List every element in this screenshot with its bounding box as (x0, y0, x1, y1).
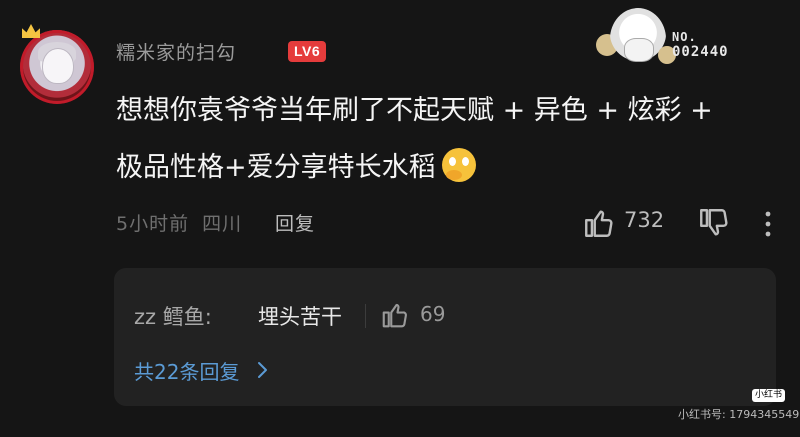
reply-button[interactable]: 回复 (275, 209, 315, 236)
comment-text: 想想你袁爷爷当年刷了不起天赋 + 异色 + 炫彩 + 极品性格+爱分享特长水稻 (116, 82, 776, 196)
xiaohongshu-logo: 小红书 (752, 389, 786, 402)
thinking-emoji-icon (441, 148, 476, 182)
watermark-id: 小红书号: 1794345549 (678, 408, 800, 421)
reply-text: 埋头苦干 (258, 305, 342, 329)
profile-decoration: NO. 002440 (592, 8, 752, 72)
comment-location: 四川 (202, 213, 243, 235)
level-badge: LV6 (288, 41, 327, 62)
crown-icon (22, 24, 40, 38)
reply-username[interactable]: zz 鳕鱼: (134, 301, 212, 331)
chevron-right-icon (256, 360, 268, 384)
dislike-button[interactable] (697, 206, 731, 240)
reply-like-count: 69 (420, 302, 446, 326)
more-options-button[interactable] (760, 208, 776, 240)
replies-container (114, 268, 776, 406)
thumbs-down-icon (700, 209, 728, 236)
comment-text-line2: 极品性格+爱分享特长水稻 (116, 152, 436, 183)
comment-text-line1: 想想你袁爷爷当年刷了不起天赋 + 异色 + 炫彩 + (116, 95, 713, 126)
vertical-dots-icon (765, 211, 771, 237)
view-all-replies-link[interactable]: 共22条回复 (134, 356, 268, 385)
thumbs-up-icon (585, 210, 613, 237)
like-count: 732 (624, 208, 665, 232)
like-button[interactable] (582, 206, 616, 240)
comment-username[interactable]: 糯米家的扫勾 (116, 38, 236, 65)
reply-thumbs-up-icon (382, 303, 407, 328)
reply-divider (365, 304, 366, 328)
comment-text-line2-wrap: 极品性格+爱分享特长水稻 (116, 139, 776, 196)
view-all-replies-label: 共22条回复 (134, 360, 240, 384)
comment-time: 5小时前 (116, 213, 190, 235)
reply-like-button[interactable] (380, 300, 410, 330)
comment-meta: 5小时前 四川 (116, 209, 242, 236)
avatar-face (42, 48, 74, 84)
user-avatar[interactable] (20, 24, 94, 104)
decoration-no-number: 002440 (672, 44, 729, 60)
chibi-character-icon (610, 8, 666, 70)
decoration-no-label: NO. (672, 30, 697, 44)
